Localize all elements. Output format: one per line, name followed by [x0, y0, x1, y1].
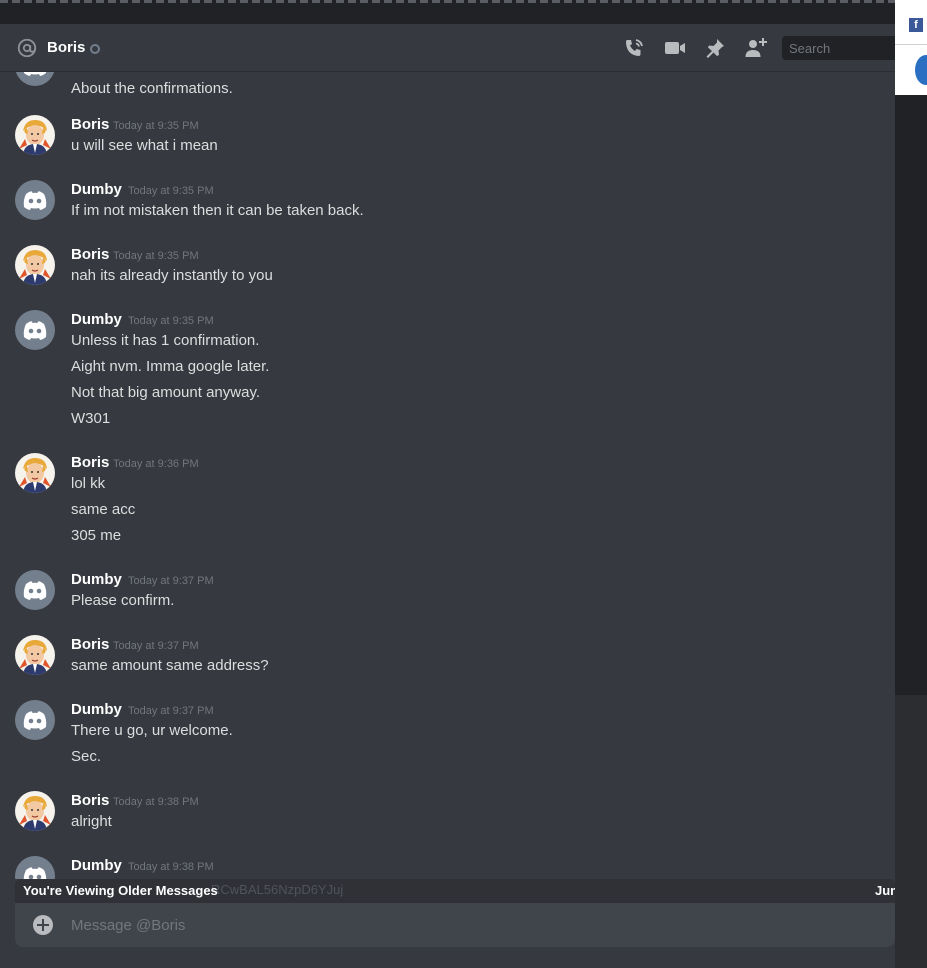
boris-avatar[interactable] — [15, 453, 55, 493]
boris-avatar[interactable] — [15, 791, 55, 831]
message-author[interactable]: Dumby — [71, 701, 122, 718]
search-placeholder: Search — [789, 41, 831, 56]
boris-avatar-image — [15, 245, 55, 285]
video-call-icon[interactable] — [663, 36, 687, 60]
message-author[interactable]: Boris — [71, 454, 109, 471]
discord-logo-icon — [15, 700, 55, 740]
message-composer — [15, 903, 895, 947]
message-timestamp: Today at 9:35 PM — [113, 120, 199, 132]
boris-avatar-image — [15, 453, 55, 493]
side-panel: f — [895, 0, 927, 968]
message-author[interactable]: Boris — [71, 116, 109, 133]
discord-logo-icon — [15, 72, 55, 86]
discord-avatar[interactable] — [15, 700, 55, 740]
message-timestamp: Today at 9:36 PM — [113, 458, 199, 470]
side-panel-content — [895, 95, 927, 695]
discord-avatar[interactable] — [15, 856, 55, 879]
message-author[interactable]: Boris — [71, 792, 109, 809]
message-text: Unless it has 1 confirmation. — [71, 332, 260, 349]
message-timestamp: Today at 9:35 PM — [128, 185, 214, 197]
message-text: Please confirm. — [71, 592, 175, 609]
boris-avatar[interactable] — [15, 115, 55, 155]
message-timestamp: Today at 9:38 PM — [128, 861, 214, 873]
message-timestamp: Today at 9:35 PM — [128, 315, 214, 327]
voice-call-icon[interactable] — [622, 36, 646, 60]
message-timestamp: Today at 9:35 PM — [113, 250, 199, 262]
side-panel-header: f — [895, 0, 927, 95]
pin-icon[interactable] — [703, 36, 727, 60]
discord-logo-icon — [15, 180, 55, 220]
message-author[interactable]: Dumby — [71, 181, 122, 198]
message-text: Aight nvm. Imma google later. — [71, 358, 270, 375]
message-input[interactable] — [71, 903, 871, 947]
status-offline-icon — [90, 44, 100, 54]
boris-avatar[interactable] — [15, 635, 55, 675]
boris-avatar-image — [15, 115, 55, 155]
titlebar-divider — [0, 0, 895, 3]
message-author[interactable]: Boris — [71, 636, 109, 653]
discord-logo-icon — [15, 856, 55, 879]
facebook-icon[interactable]: f — [909, 18, 923, 32]
message-text: If im not mistaken then it can be taken … — [71, 202, 364, 219]
message-text: There u go, ur welcome. — [71, 722, 233, 739]
message-text: About the confirmations. — [71, 80, 233, 97]
app-logo-icon[interactable] — [912, 52, 927, 88]
message-author[interactable]: Dumby — [71, 857, 122, 874]
message-text: Sec. — [71, 748, 102, 765]
channel-title: Boris — [47, 39, 86, 56]
message-text: lol kk — [71, 475, 106, 492]
message-text: same acc — [71, 501, 136, 518]
message-author[interactable]: Dumby — [71, 311, 122, 328]
upload-plus-icon[interactable] — [33, 915, 53, 935]
discord-logo-icon — [15, 570, 55, 610]
message-text: W301 — [71, 410, 111, 427]
message-list[interactable]: About the confirmations. Boris Today at … — [0, 72, 895, 879]
message-timestamp: Today at 9:37 PM — [128, 705, 214, 717]
discord-avatar[interactable] — [15, 310, 55, 350]
discord-avatar[interactable] — [15, 570, 55, 610]
message-author[interactable]: Dumby — [71, 571, 122, 588]
window-titlebar — [0, 0, 895, 24]
discord-avatar[interactable] — [15, 180, 55, 220]
boris-avatar-image — [15, 791, 55, 831]
message-text: same amount same address? — [71, 657, 269, 674]
channel-header: Boris Search — [0, 24, 902, 72]
message-text: Not that big amount anyway. — [71, 384, 260, 401]
discord-avatar[interactable] — [15, 72, 55, 86]
older-messages-label: You're Viewing Older Messages — [23, 883, 218, 898]
boris-avatar[interactable] — [15, 245, 55, 285]
search-input[interactable]: Search — [782, 36, 902, 60]
message-timestamp: Today at 9:37 PM — [113, 640, 199, 652]
message-timestamp: Today at 9:37 PM — [128, 575, 214, 587]
older-messages-bar[interactable]: RCwBAL56NzpD6YJuj You're Viewing Older M… — [15, 879, 902, 903]
message-text: alright — [71, 813, 112, 830]
discord-logo-icon — [15, 310, 55, 350]
boris-avatar-image — [15, 635, 55, 675]
obscured-message-text: RCwBAL56NzpD6YJuj — [211, 882, 344, 897]
side-panel-divider — [895, 44, 927, 45]
message-timestamp: Today at 9:38 PM — [113, 796, 199, 808]
add-friend-icon[interactable] — [744, 36, 768, 60]
message-author[interactable]: Boris — [71, 246, 109, 263]
message-text: nah its already instantly to you — [71, 267, 273, 284]
message-text: u will see what i mean — [71, 137, 218, 154]
message-text: 305 me — [71, 527, 122, 544]
at-icon — [17, 38, 37, 58]
